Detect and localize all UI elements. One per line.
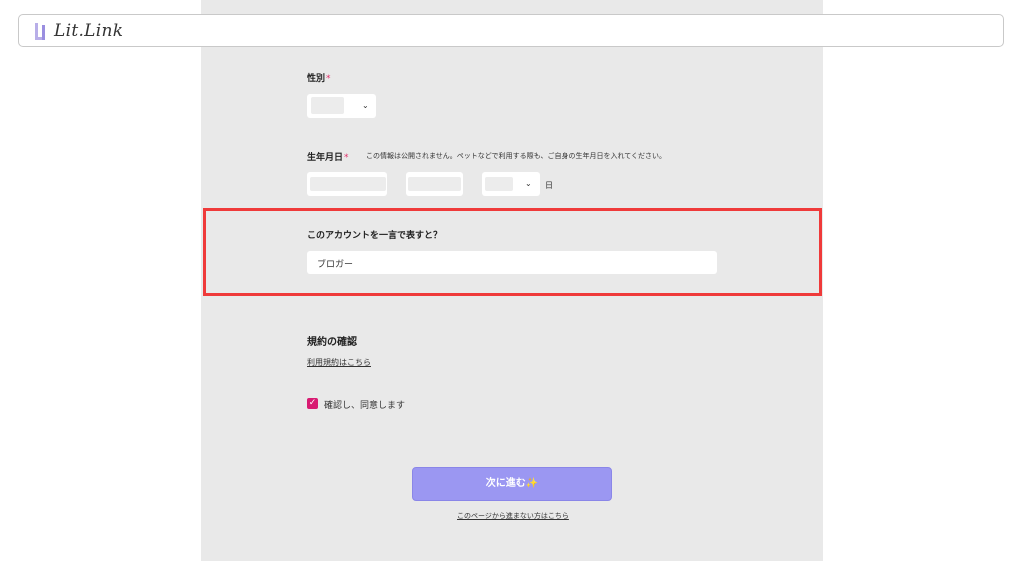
terms-link[interactable]: 利用規約はこちら: [307, 357, 371, 368]
next-button[interactable]: 次に進む✨: [412, 467, 612, 501]
day-unit: 日: [545, 181, 553, 190]
terms-title: 規約の確認: [307, 337, 357, 348]
agree-checkbox[interactable]: ✓: [307, 398, 318, 409]
birthdate-note: この情報は公開されません。ペットなどで利用する際も、ご自身の生年月日を入れてくだ…: [366, 152, 667, 160]
required-mark: *: [344, 153, 349, 163]
app-header: Lit.Link: [18, 14, 1004, 47]
birth-month-field[interactable]: [406, 172, 463, 196]
year-value-redacted: [310, 177, 386, 191]
skip-link[interactable]: このページから進まない方はこちら: [457, 511, 569, 521]
one-word-input[interactable]: ブロガー: [307, 251, 717, 274]
month-value-redacted: [408, 177, 461, 191]
required-mark: *: [326, 74, 331, 84]
one-word-label: このアカウントを一言で表すと？: [307, 231, 443, 241]
agree-label[interactable]: 確認し、同意します: [324, 398, 405, 411]
day-value-redacted: [485, 177, 513, 191]
birth-year-field[interactable]: [307, 172, 387, 196]
gender-label: 性別*: [307, 74, 331, 84]
logo[interactable]: Lit.Link: [35, 21, 123, 41]
chevron-down-icon: ⌄: [362, 101, 369, 110]
birthdate-label: 生年月日*: [307, 153, 349, 163]
gender-value-redacted: [311, 97, 344, 114]
logo-text: Lit.Link: [54, 21, 124, 41]
logo-icon: [35, 22, 45, 40]
one-word-value: ブロガー: [317, 260, 354, 270]
gender-select[interactable]: ⌄: [307, 94, 376, 118]
check-icon: ✓: [308, 398, 317, 408]
birth-day-select[interactable]: ⌄: [482, 172, 540, 196]
chevron-down-icon: ⌄: [525, 179, 532, 188]
